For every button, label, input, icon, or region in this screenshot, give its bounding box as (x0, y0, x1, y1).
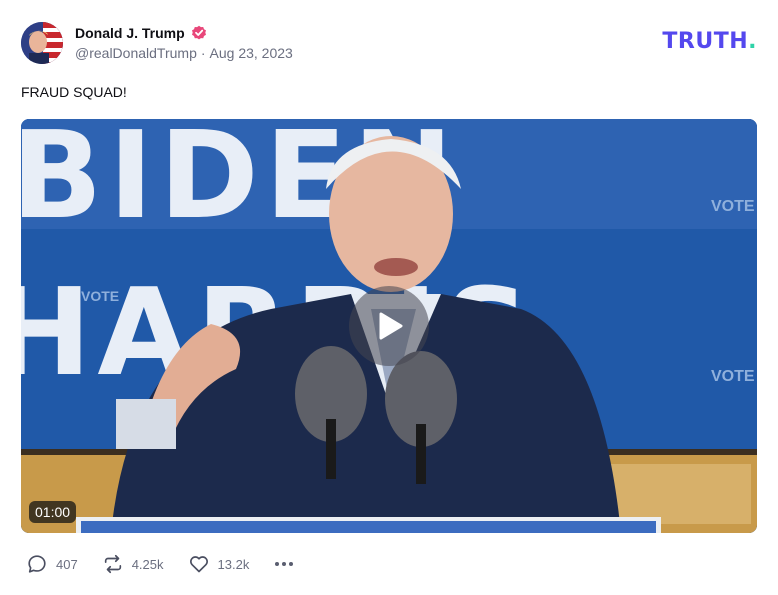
like-count: 13.2k (217, 556, 250, 572)
post-header: Donald J. Trump @realDonaldTrump · Aug 2… (21, 21, 757, 65)
reply-count: 407 (56, 556, 78, 572)
more-dots-icon[interactable] (273, 558, 295, 570)
video-duration: 01:00 (29, 501, 77, 523)
author-identity: Donald J. Trump @realDonaldTrump · Aug 2… (75, 25, 293, 61)
play-icon (379, 312, 403, 340)
video-player[interactable]: BIDEN HARRIS VOTE VOTE VOTE 01:00 (21, 119, 757, 533)
meta-separator: · (200, 45, 206, 61)
truth-logo[interactable]: TRUTH. (662, 29, 757, 54)
post-text: FRAUD SQUAD! (21, 84, 127, 100)
post-date[interactable]: Aug 23, 2023 (210, 45, 293, 61)
sign-small-3: VOTE (81, 288, 119, 304)
post-meta: @realDonaldTrump · Aug 23, 2023 (75, 45, 293, 61)
author-name[interactable]: Donald J. Trump (75, 25, 185, 41)
more-dot (282, 562, 287, 566)
play-button[interactable] (349, 286, 429, 366)
heart-icon (189, 556, 208, 573)
name-row: Donald J. Trump (75, 25, 293, 41)
more-dot (289, 562, 294, 566)
verified-badge-icon (191, 25, 207, 41)
author-handle[interactable]: @realDonaldTrump (75, 45, 197, 61)
reply-bubble-icon (28, 555, 46, 573)
post-actions: 407 4.25k 13.2k (26, 553, 295, 575)
avatar[interactable] (21, 22, 63, 64)
retruth-count: 4.25k (131, 556, 164, 572)
sign-small-2: VOTE (711, 368, 755, 385)
logo-dot: . (748, 29, 757, 54)
more-dot (275, 562, 280, 566)
like-button[interactable]: 13.2k (188, 553, 250, 575)
sign-small-1: VOTE (711, 198, 755, 215)
reply-button[interactable]: 407 (26, 553, 78, 575)
logo-text: TRUTH (662, 29, 749, 54)
retruth-arrows-icon (104, 554, 121, 574)
retruth-button[interactable]: 4.25k (102, 553, 164, 575)
